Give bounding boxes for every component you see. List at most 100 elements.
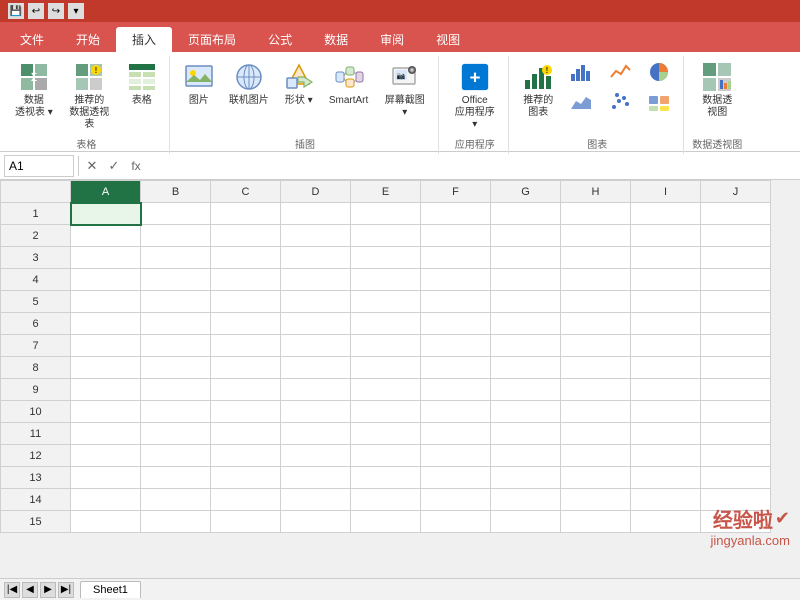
cell-A15[interactable] [71, 511, 141, 533]
cell-D3[interactable] [281, 247, 351, 269]
col-header-j[interactable]: J [701, 181, 771, 203]
cell-E5[interactable] [351, 291, 421, 313]
col-header-d[interactable]: D [281, 181, 351, 203]
cell-F11[interactable] [421, 423, 491, 445]
cell-G7[interactable] [491, 335, 561, 357]
cell-A3[interactable] [71, 247, 141, 269]
cell-A6[interactable] [71, 313, 141, 335]
cell-C9[interactable] [211, 379, 281, 401]
cell-H3[interactable] [561, 247, 631, 269]
cell-J1[interactable] [701, 203, 771, 225]
cell-I15[interactable] [631, 511, 701, 533]
area-chart-button[interactable] [563, 88, 599, 116]
redo-icon[interactable]: ↪ [48, 3, 64, 19]
cell-E14[interactable] [351, 489, 421, 511]
cell-E10[interactable] [351, 401, 421, 423]
tab-home[interactable]: 开始 [60, 27, 116, 52]
cell-G11[interactable] [491, 423, 561, 445]
row-header-1[interactable]: 1 [1, 203, 71, 225]
cell-G4[interactable] [491, 269, 561, 291]
cell-B15[interactable] [141, 511, 211, 533]
cell-I13[interactable] [631, 467, 701, 489]
cell-C15[interactable] [211, 511, 281, 533]
row-header-8[interactable]: 8 [1, 357, 71, 379]
cell-E7[interactable] [351, 335, 421, 357]
cell-A10[interactable] [71, 401, 141, 423]
col-header-a[interactable]: A [71, 181, 141, 203]
line-chart-button[interactable] [602, 58, 638, 86]
sheet-tab-sheet1[interactable]: Sheet1 [80, 581, 141, 598]
col-header-e[interactable]: E [351, 181, 421, 203]
row-header-3[interactable]: 3 [1, 247, 71, 269]
cell-E1[interactable] [351, 203, 421, 225]
save-icon[interactable]: 💾 [8, 3, 24, 19]
col-header-g[interactable]: G [491, 181, 561, 203]
pie-chart-button[interactable] [641, 58, 677, 86]
cell-B2[interactable] [141, 225, 211, 247]
cell-B12[interactable] [141, 445, 211, 467]
row-header-10[interactable]: 10 [1, 401, 71, 423]
cell-C13[interactable] [211, 467, 281, 489]
cell-J7[interactable] [701, 335, 771, 357]
cell-H14[interactable] [561, 489, 631, 511]
cell-D7[interactable] [281, 335, 351, 357]
cell-A11[interactable] [71, 423, 141, 445]
cell-C11[interactable] [211, 423, 281, 445]
row-header-14[interactable]: 14 [1, 489, 71, 511]
cell-I11[interactable] [631, 423, 701, 445]
cell-C14[interactable] [211, 489, 281, 511]
cell-B8[interactable] [141, 357, 211, 379]
cell-H13[interactable] [561, 467, 631, 489]
cell-E8[interactable] [351, 357, 421, 379]
cell-H11[interactable] [561, 423, 631, 445]
cell-D1[interactable] [281, 203, 351, 225]
cell-F5[interactable] [421, 291, 491, 313]
cell-C10[interactable] [211, 401, 281, 423]
cell-E12[interactable] [351, 445, 421, 467]
cell-D5[interactable] [281, 291, 351, 313]
cell-B3[interactable] [141, 247, 211, 269]
cell-E9[interactable] [351, 379, 421, 401]
cell-I3[interactable] [631, 247, 701, 269]
cell-D15[interactable] [281, 511, 351, 533]
cell-J5[interactable] [701, 291, 771, 313]
cell-I1[interactable] [631, 203, 701, 225]
cell-C4[interactable] [211, 269, 281, 291]
scatter-chart-button[interactable] [602, 88, 638, 116]
cell-J9[interactable] [701, 379, 771, 401]
cell-H6[interactable] [561, 313, 631, 335]
col-header-b[interactable]: B [141, 181, 211, 203]
cell-B6[interactable] [141, 313, 211, 335]
cell-A7[interactable] [71, 335, 141, 357]
cell-E3[interactable] [351, 247, 421, 269]
cell-C12[interactable] [211, 445, 281, 467]
cell-I8[interactable] [631, 357, 701, 379]
cell-A1[interactable] [71, 203, 141, 225]
cell-I6[interactable] [631, 313, 701, 335]
row-header-13[interactable]: 13 [1, 467, 71, 489]
cell-C6[interactable] [211, 313, 281, 335]
spreadsheet-table-wrapper[interactable]: A B C D E F G H I J 12345678910111213141… [0, 180, 800, 578]
cell-B11[interactable] [141, 423, 211, 445]
cell-H1[interactable] [561, 203, 631, 225]
link-picture-button[interactable]: 联机图片 [224, 58, 274, 110]
sheet-nav-first[interactable]: |◀ [4, 582, 20, 598]
recommend-chart-button[interactable]: ! 推荐的图表 [517, 58, 559, 122]
confirm-formula-icon[interactable]: ✓ [105, 157, 123, 175]
cell-J6[interactable] [701, 313, 771, 335]
cell-F14[interactable] [421, 489, 491, 511]
cell-G13[interactable] [491, 467, 561, 489]
tab-view[interactable]: 视图 [420, 27, 476, 52]
cell-B7[interactable] [141, 335, 211, 357]
undo-icon[interactable]: ↩ [28, 3, 44, 19]
cell-I9[interactable] [631, 379, 701, 401]
cell-E11[interactable] [351, 423, 421, 445]
tab-review[interactable]: 审阅 [364, 27, 420, 52]
cell-C2[interactable] [211, 225, 281, 247]
cell-G15[interactable] [491, 511, 561, 533]
cell-F8[interactable] [421, 357, 491, 379]
cell-B5[interactable] [141, 291, 211, 313]
shape-button[interactable]: 形状 ▾ [278, 58, 320, 110]
pivot-chart-button[interactable]: 数据透视图 [696, 58, 738, 122]
row-header-6[interactable]: 6 [1, 313, 71, 335]
